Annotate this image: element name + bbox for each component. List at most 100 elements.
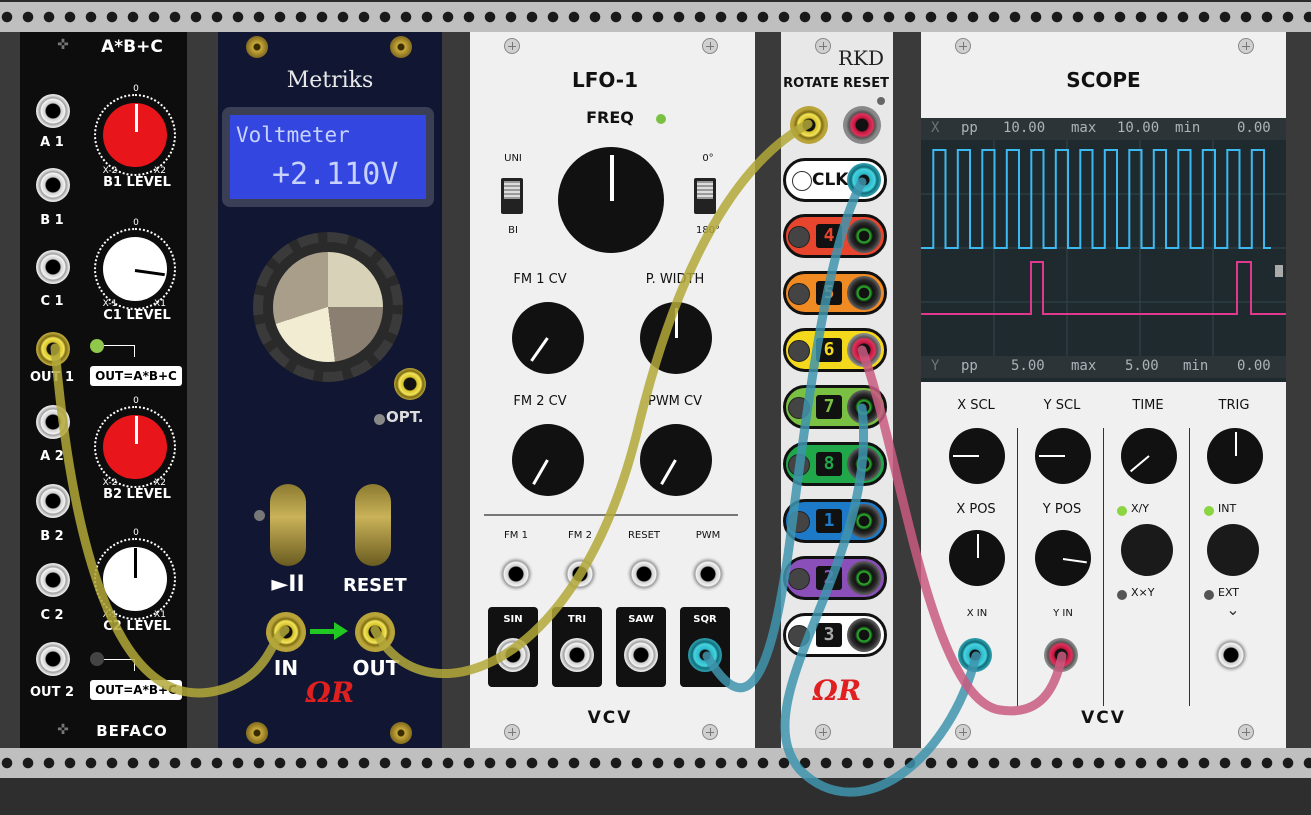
rkd-channel-led [788, 511, 810, 533]
fm2-input-jack[interactable] [563, 557, 597, 591]
c1-scale-top: 0 [133, 218, 139, 228]
b2-input-jack[interactable] [36, 484, 70, 518]
saw-label: SAW [628, 614, 654, 625]
y-scl-knob[interactable] [1035, 428, 1091, 484]
metriks-display: Voltmeter +2.110V [222, 107, 434, 207]
rack-empty-area[interactable] [0, 778, 1311, 815]
sin-label: SIN [503, 614, 523, 625]
sqr-output-jack[interactable] [688, 638, 722, 672]
rotate-input-jack[interactable] [790, 106, 828, 144]
freq-knob[interactable] [558, 147, 664, 253]
x-pos-knob[interactable] [949, 530, 1005, 586]
screw-icon [504, 38, 520, 54]
rkd-channel-output-jack[interactable] [847, 561, 881, 595]
b1-level-knob[interactable] [94, 94, 176, 176]
rkd-reset-label: RESET [842, 76, 889, 91]
screw-icon [702, 38, 718, 54]
y-in-label: Y IN [1053, 608, 1073, 619]
abc-module[interactable]: A*B+C ✜ A 1 B 1 C 1 OUT 1 A 2 B 2 C 2 OU… [20, 32, 187, 748]
rkd-module[interactable]: RKD ROTATE RESET CLK 4 5 6 7 8 1 2 3 ΩR [781, 32, 893, 748]
int-led [1204, 506, 1214, 516]
tri-output-jack[interactable] [560, 638, 594, 672]
b2-level-label: B2 LEVEL [103, 487, 171, 502]
rkd-reset-input-jack[interactable] [843, 106, 881, 144]
c2-scale-top: 0 [133, 528, 139, 538]
rkd-channel-output-jack[interactable] [847, 333, 881, 367]
metriks-module[interactable]: Metriks Voltmeter +2.110V OPT. ►II RESET… [218, 32, 442, 748]
reset-input-jack[interactable] [627, 557, 661, 591]
scope-module[interactable]: SCOPE X pp 10.00 max 10.00 min 0.00 Y pp… [921, 32, 1286, 748]
out2-output-jack[interactable] [36, 642, 70, 676]
a2-label: A 2 [40, 449, 64, 464]
c2-input-jack[interactable] [36, 563, 70, 597]
scope-display: X pp 10.00 max 10.00 min 0.00 Y pp 5.00 … [921, 118, 1286, 382]
trig-source-button[interactable] [1207, 524, 1259, 576]
fm2cv-knob[interactable] [512, 424, 584, 496]
rkd-channel-number: 7 [816, 395, 842, 419]
lfo-title: LFO-1 [572, 68, 638, 92]
uni-label: UNI [504, 153, 522, 164]
c1-input-jack[interactable] [36, 250, 70, 284]
rkd-channel-output-jack[interactable] [847, 447, 881, 481]
x-axis-label: X [931, 120, 940, 136]
clk-input-jack[interactable] [847, 163, 881, 197]
metriks-out-jack[interactable] [355, 612, 395, 652]
y-in-jack[interactable] [1044, 638, 1078, 672]
screw-icon [815, 38, 831, 54]
sin-output-jack[interactable] [496, 638, 530, 672]
pwm-input-jack[interactable] [691, 557, 725, 591]
lfo-module[interactable]: LFO-1 FREQ UNI BI 0° 180° FM 1 CV P. WID… [470, 32, 755, 748]
arrow-right-icon-head [334, 622, 348, 640]
out1-output-jack[interactable] [36, 332, 70, 366]
rkd-channel-output-jack[interactable] [847, 618, 881, 652]
b1-input-jack[interactable] [36, 168, 70, 202]
c1-level-knob[interactable] [94, 228, 176, 310]
out2-connector-line [104, 659, 134, 660]
abc-title: A*B+C [101, 37, 163, 57]
lfo-divider [484, 514, 738, 516]
phase-switch[interactable] [694, 178, 716, 214]
rkd-channel-number: 2 [816, 566, 842, 590]
rkd-channel-output-jack[interactable] [847, 219, 881, 253]
pwmcv-label: PWM CV [647, 394, 702, 409]
opt-button[interactable] [394, 368, 426, 400]
screw-icon [246, 722, 268, 744]
rkd-channel-output-jack[interactable] [847, 390, 881, 424]
rkd-channel-led [788, 625, 810, 647]
fm1cv-knob[interactable] [512, 302, 584, 374]
trig-ext-jack[interactable] [1214, 638, 1248, 672]
fm1-input-jack[interactable] [499, 557, 533, 591]
scope-traces [921, 140, 1286, 356]
ext-label: EXT [1218, 586, 1240, 599]
a1-input-jack[interactable] [36, 94, 70, 128]
deg0-label: 0° [702, 153, 714, 164]
y-pp-value: 5.00 [1011, 358, 1045, 374]
rkd-channel-output-jack[interactable] [847, 504, 881, 538]
a2-input-jack[interactable] [36, 405, 70, 439]
pwmcv-knob[interactable] [640, 424, 712, 496]
y-pos-knob[interactable] [1035, 530, 1091, 586]
pwidth-knob[interactable] [640, 302, 712, 374]
pwidth-label: P. WIDTH [645, 272, 705, 287]
play-pause-button[interactable] [270, 484, 306, 566]
b2-level-knob[interactable] [94, 406, 176, 488]
saw-output-jack[interactable] [624, 638, 658, 672]
metriks-in-jack[interactable] [266, 612, 306, 652]
rkd-channel-output-jack[interactable] [847, 276, 881, 310]
reset-button[interactable] [355, 484, 391, 566]
y-pp-label: pp [961, 358, 978, 374]
trig-label: TRIG [1218, 398, 1250, 413]
xy-label: X/Y [1131, 502, 1149, 515]
rkd-channel-number: 4 [816, 224, 842, 248]
xy-mode-button[interactable] [1121, 524, 1173, 576]
x-in-jack[interactable] [958, 638, 992, 672]
metriks-encoder-knob[interactable] [253, 232, 403, 382]
scope-section-divider [1189, 428, 1190, 706]
uni-bi-switch[interactable] [501, 178, 523, 214]
x-min-value: 0.00 [1237, 120, 1271, 136]
x-scl-label: X SCL [957, 398, 995, 413]
time-knob[interactable] [1121, 428, 1177, 484]
trig-knob[interactable] [1207, 428, 1263, 484]
x-scl-knob[interactable] [949, 428, 1005, 484]
c2-level-knob[interactable] [94, 538, 176, 620]
